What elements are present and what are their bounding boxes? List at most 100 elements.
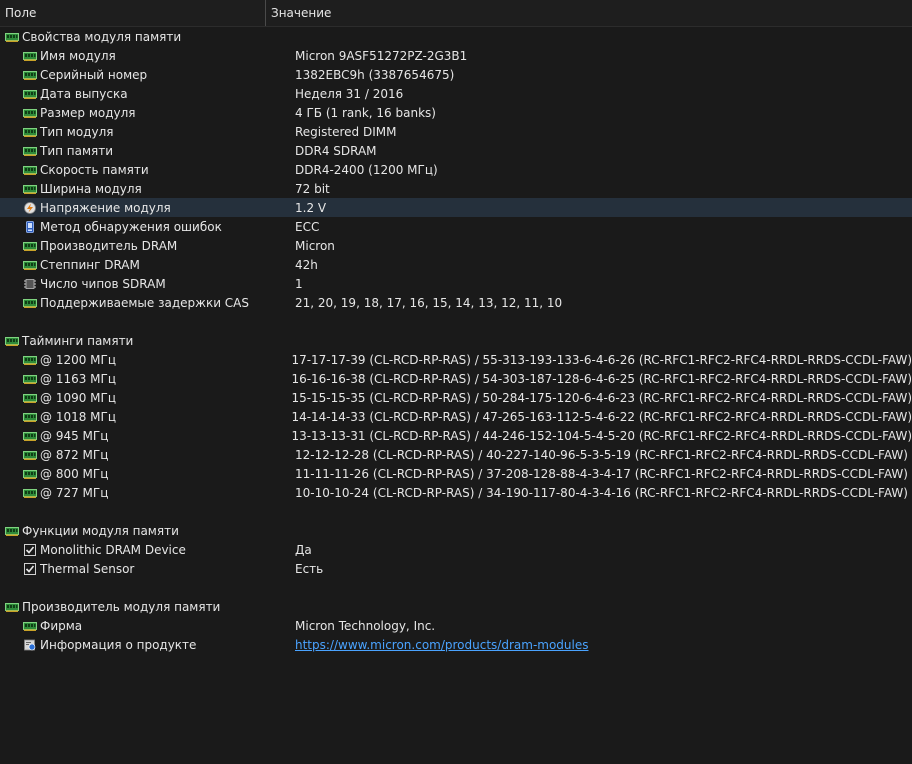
property-name: Имя модуля xyxy=(40,48,116,63)
property-name: Производитель DRAM xyxy=(40,238,178,253)
property-value: 11-11-11-26 (CL-RCD-RP-RAS) / 37-208-128… xyxy=(295,466,908,481)
property-row[interactable]: Тип памяти DDR4 SDRAM xyxy=(0,141,912,160)
property-value: 16-16-16-38 (CL-RCD-RP-RAS) / 54-303-187… xyxy=(291,371,912,386)
memory-module-icon xyxy=(23,69,37,81)
property-value: 12-12-12-28 (CL-RCD-RP-RAS) / 40-227-140… xyxy=(295,447,908,462)
property-name: Серийный номер xyxy=(40,67,148,82)
property-value: 14-14-14-33 (CL-RCD-RP-RAS) / 47-265-163… xyxy=(291,409,912,424)
memory-module-icon xyxy=(5,335,19,347)
section-header[interactable]: Свойства модуля памяти xyxy=(0,27,912,46)
section-title: Тайминги памяти xyxy=(22,333,134,348)
property-row[interactable]: Размер модуля 4 ГБ (1 rank, 16 banks) xyxy=(0,103,912,122)
property-row[interactable]: Поддерживаемые задержки CAS 21, 20, 19, … xyxy=(0,293,912,312)
voltage-icon xyxy=(23,201,37,214)
property-name: Поддерживаемые задержки CAS xyxy=(40,295,250,310)
property-row[interactable]: Степпинг DRAM 42h xyxy=(0,255,912,274)
property-name: @ 945 МГц xyxy=(40,428,109,443)
column-header-value[interactable]: Значение xyxy=(266,0,331,26)
property-row[interactable]: Информация о продукте https://www.micron… xyxy=(0,635,912,654)
property-value: 42h xyxy=(295,257,318,272)
property-value: Registered DIMM xyxy=(295,124,397,139)
memory-module-icon xyxy=(5,525,19,537)
memory-module-icon xyxy=(23,392,37,404)
memory-module-icon xyxy=(23,126,37,138)
property-name: Степпинг DRAM xyxy=(40,257,140,272)
memory-module-icon xyxy=(23,449,37,461)
memory-module-icon xyxy=(5,601,19,613)
property-value: DDR4 SDRAM xyxy=(295,143,377,158)
property-name: Дата выпуска xyxy=(40,86,128,101)
property-row[interactable]: @ 727 МГц 10-10-10-24 (CL-RCD-RP-RAS) / … xyxy=(0,483,912,502)
memory-module-icon xyxy=(23,164,37,176)
property-row[interactable]: Фирма Micron Technology, Inc. xyxy=(0,616,912,635)
memory-module-icon xyxy=(5,31,19,43)
property-row[interactable]: Thermal Sensor Есть xyxy=(0,559,912,578)
property-row[interactable]: Monolithic DRAM Device Да xyxy=(0,540,912,559)
property-value: 13-13-13-31 (CL-RCD-RP-RAS) / 44-246-152… xyxy=(291,428,912,443)
column-header-value-label: Значение xyxy=(271,6,332,20)
property-value: 1 xyxy=(295,276,303,291)
column-header-field[interactable]: Поле xyxy=(0,0,266,26)
memory-module-icon xyxy=(23,487,37,499)
property-row[interactable]: Дата выпуска Неделя 31 / 2016 xyxy=(0,84,912,103)
property-row[interactable]: @ 1018 МГц 14-14-14-33 (CL-RCD-RP-RAS) /… xyxy=(0,407,912,426)
memory-properties-panel: Поле Значение Свойства модуля памяти Имя… xyxy=(0,0,912,764)
property-row[interactable]: Имя модуля Micron 9ASF51272PZ-2G3B1 xyxy=(0,46,912,65)
property-row[interactable]: Производитель DRAM Micron xyxy=(0,236,912,255)
chip-icon xyxy=(23,278,37,290)
property-row[interactable]: @ 1090 МГц 15-15-15-35 (CL-RCD-RP-RAS) /… xyxy=(0,388,912,407)
property-name: @ 1090 МГц xyxy=(40,390,117,405)
property-row[interactable]: Число чипов SDRAM 1 xyxy=(0,274,912,293)
property-name: @ 1200 МГц xyxy=(40,352,117,367)
property-row[interactable]: @ 872 МГц 12-12-12-28 (CL-RCD-RP-RAS) / … xyxy=(0,445,912,464)
property-row[interactable]: @ 800 МГц 11-11-11-26 (CL-RCD-RP-RAS) / … xyxy=(0,464,912,483)
memory-module-icon xyxy=(23,297,37,309)
property-row[interactable]: Ширина модуля 72 bit xyxy=(0,179,912,198)
property-name: Тип модуля xyxy=(40,124,114,139)
property-name: Monolithic DRAM Device xyxy=(40,542,186,557)
memory-module-icon xyxy=(23,468,37,480)
property-name: Информация о продукте xyxy=(40,637,197,652)
web-link-icon xyxy=(23,639,37,651)
memory-module-icon xyxy=(23,145,37,157)
property-value: 17-17-17-39 (CL-RCD-RP-RAS) / 55-313-193… xyxy=(291,352,912,367)
memory-module-icon xyxy=(23,88,37,100)
property-name: Скорость памяти xyxy=(40,162,149,177)
column-header: Поле Значение xyxy=(0,0,912,27)
property-row[interactable]: @ 1200 МГц 17-17-17-39 (CL-RCD-RP-RAS) /… xyxy=(0,350,912,369)
property-value: 21, 20, 19, 18, 17, 16, 15, 14, 13, 12, … xyxy=(295,295,563,310)
property-row[interactable]: Серийный номер 1382EBC9h (3387654675) xyxy=(0,65,912,84)
memory-module-icon xyxy=(23,240,37,252)
column-header-field-label: Поле xyxy=(5,6,37,20)
property-name: Число чипов SDRAM xyxy=(40,276,166,291)
property-name: Thermal Sensor xyxy=(40,561,135,576)
property-row[interactable]: @ 1163 МГц 16-16-16-38 (CL-RCD-RP-RAS) /… xyxy=(0,369,912,388)
section-title: Производитель модуля памяти xyxy=(22,599,221,614)
property-name: @ 727 МГц xyxy=(40,485,109,500)
property-row[interactable]: Скорость памяти DDR4-2400 (1200 МГц) xyxy=(0,160,912,179)
property-name: Тип памяти xyxy=(40,143,114,158)
property-name: @ 1163 МГц xyxy=(40,371,117,386)
property-row[interactable]: Тип модуля Registered DIMM xyxy=(0,122,912,141)
property-name: Фирма xyxy=(40,618,83,633)
property-row[interactable]: Напряжение модуля 1.2 V xyxy=(0,198,912,217)
product-info-link[interactable]: https://www.micron.com/products/dram-mod… xyxy=(295,638,589,652)
property-row[interactable]: Метод обнаружения ошибок ECC xyxy=(0,217,912,236)
memory-module-icon xyxy=(23,430,37,442)
property-value: 72 bit xyxy=(295,181,330,196)
section-title: Свойства модуля памяти xyxy=(22,29,182,44)
section-header[interactable]: Тайминги памяти xyxy=(0,331,912,350)
memory-module-icon xyxy=(23,411,37,423)
property-name: Размер модуля xyxy=(40,105,136,120)
property-row[interactable]: @ 945 МГц 13-13-13-31 (CL-RCD-RP-RAS) / … xyxy=(0,426,912,445)
property-name: Напряжение модуля xyxy=(40,200,171,215)
property-name: @ 872 МГц xyxy=(40,447,109,462)
checkbox-checked-icon xyxy=(23,543,37,556)
section-header[interactable]: Функции модуля памяти xyxy=(0,521,912,540)
property-value: 1382EBC9h (3387654675) xyxy=(295,67,455,82)
property-value: 10-10-10-24 (CL-RCD-RP-RAS) / 34-190-117… xyxy=(295,485,908,500)
property-value: Micron xyxy=(295,238,335,253)
section-header[interactable]: Производитель модуля памяти xyxy=(0,597,912,616)
